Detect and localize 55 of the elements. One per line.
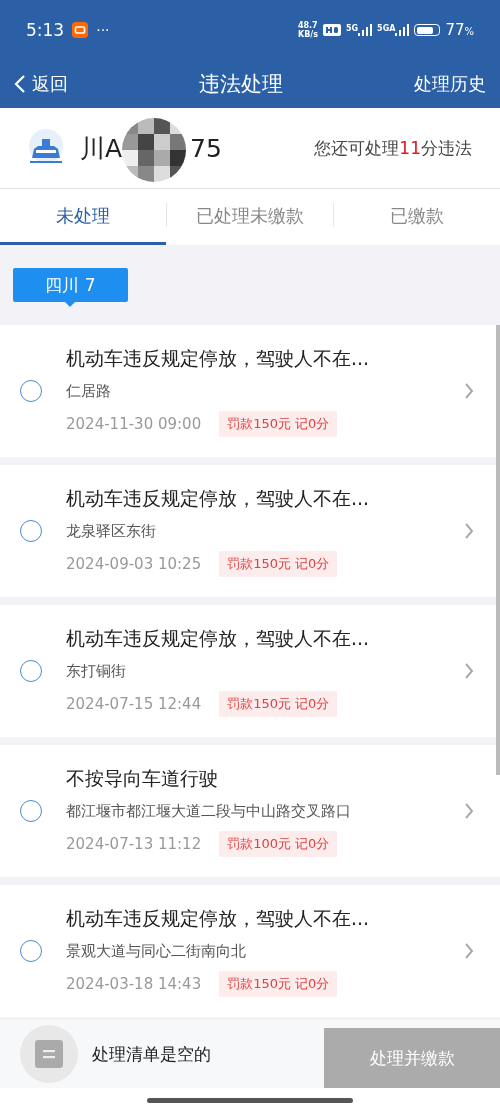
tab[interactable]: 已缴款	[334, 189, 500, 245]
app-notification-icon	[72, 22, 89, 38]
violation-title: 不按导向车道行驶	[66, 765, 219, 791]
violation-time: 2024-07-15 12:44	[66, 694, 202, 713]
plate-number-text: 75	[190, 133, 222, 163]
network-speed-text: 48.7 KB/s	[297, 21, 318, 39]
network-type-text: 5G	[345, 24, 359, 33]
signal-icon	[358, 24, 373, 36]
empty-list-text: 处理清单是空的	[92, 1042, 212, 1066]
penalty-tag: 罚款100元 记0分	[219, 830, 338, 857]
violation-card[interactable]: 机动车违反规定停放，驾驶人不在... 景观大道与同心二街南向北 2024-03-18 14:43 罚款150元 记0分	[0, 885, 500, 1017]
violation-location: 都江堰市都江堰大道二段与中山路交叉路口	[66, 801, 352, 821]
list-icon	[35, 1040, 63, 1068]
chevron-right-icon	[464, 942, 474, 960]
mosaic-blur	[122, 117, 186, 182]
penalty-tag: 罚款150元 记0分	[219, 970, 338, 997]
hd-icon	[322, 24, 341, 36]
back-button[interactable]: 返回	[14, 72, 68, 96]
violation-location: 龙泉驿区东街	[66, 521, 157, 541]
violation-title: 机动车违反规定停放，驾驶人不在...	[66, 905, 371, 931]
violation-title: 机动车违反规定停放，驾驶人不在...	[66, 485, 371, 511]
history-button[interactable]: 处理历史	[414, 72, 486, 96]
violation-location: 仁居路	[66, 381, 112, 401]
violation-time: 2024-03-18 14:43	[66, 974, 202, 993]
signal-icon	[395, 24, 410, 36]
violation-time: 2024-09-03 10:25	[66, 554, 202, 573]
violation-title: 机动车违反规定停放，驾驶人不在...	[66, 345, 371, 371]
battery-percent: 77%	[445, 21, 474, 39]
violation-card[interactable]: 不按导向车道行驶 都江堰市都江堰大道二段与中山路交叉路口 2024-07-13 11:12 罚款100元 记0分	[0, 745, 500, 877]
region-filter-tag[interactable]: 四川 7	[13, 268, 128, 302]
scrollbar[interactable]	[496, 325, 500, 775]
plate-number-text: 川A	[80, 132, 123, 165]
violation-location: 东打铜街	[66, 661, 127, 681]
chevron-right-icon	[464, 802, 474, 820]
battery-icon	[414, 24, 441, 36]
home-indicator[interactable]	[147, 1097, 353, 1103]
violation-title: 机动车违反规定停放，驾驶人不在...	[66, 625, 371, 651]
penalty-tag: 罚款150元 记0分	[219, 410, 338, 437]
remaining-points-text: 您还可处理11分违法	[314, 136, 472, 160]
penalty-tag: 罚款150元 记0分	[219, 690, 338, 717]
page-title: 违法处理	[199, 71, 283, 98]
network-type-text: 5GA	[377, 24, 396, 33]
chevron-right-icon	[464, 662, 474, 680]
penalty-tag: 罚款150元 记0分	[219, 550, 338, 577]
violation-time: 2024-07-13 11:12	[66, 834, 202, 853]
back-chevron-icon	[14, 74, 26, 94]
clock-time: 5:13	[26, 20, 65, 40]
tag-pointer	[65, 302, 75, 307]
tab[interactable]: 未处理	[0, 189, 166, 245]
chevron-right-icon	[464, 382, 474, 400]
violation-location: 景观大道与同心二街南向北	[66, 941, 247, 961]
more-notifications-text: ···	[96, 22, 110, 38]
tab[interactable]: 已处理未缴款	[167, 189, 333, 245]
violation-time: 2024-11-30 09:00	[66, 414, 202, 433]
chevron-right-icon	[464, 522, 474, 540]
